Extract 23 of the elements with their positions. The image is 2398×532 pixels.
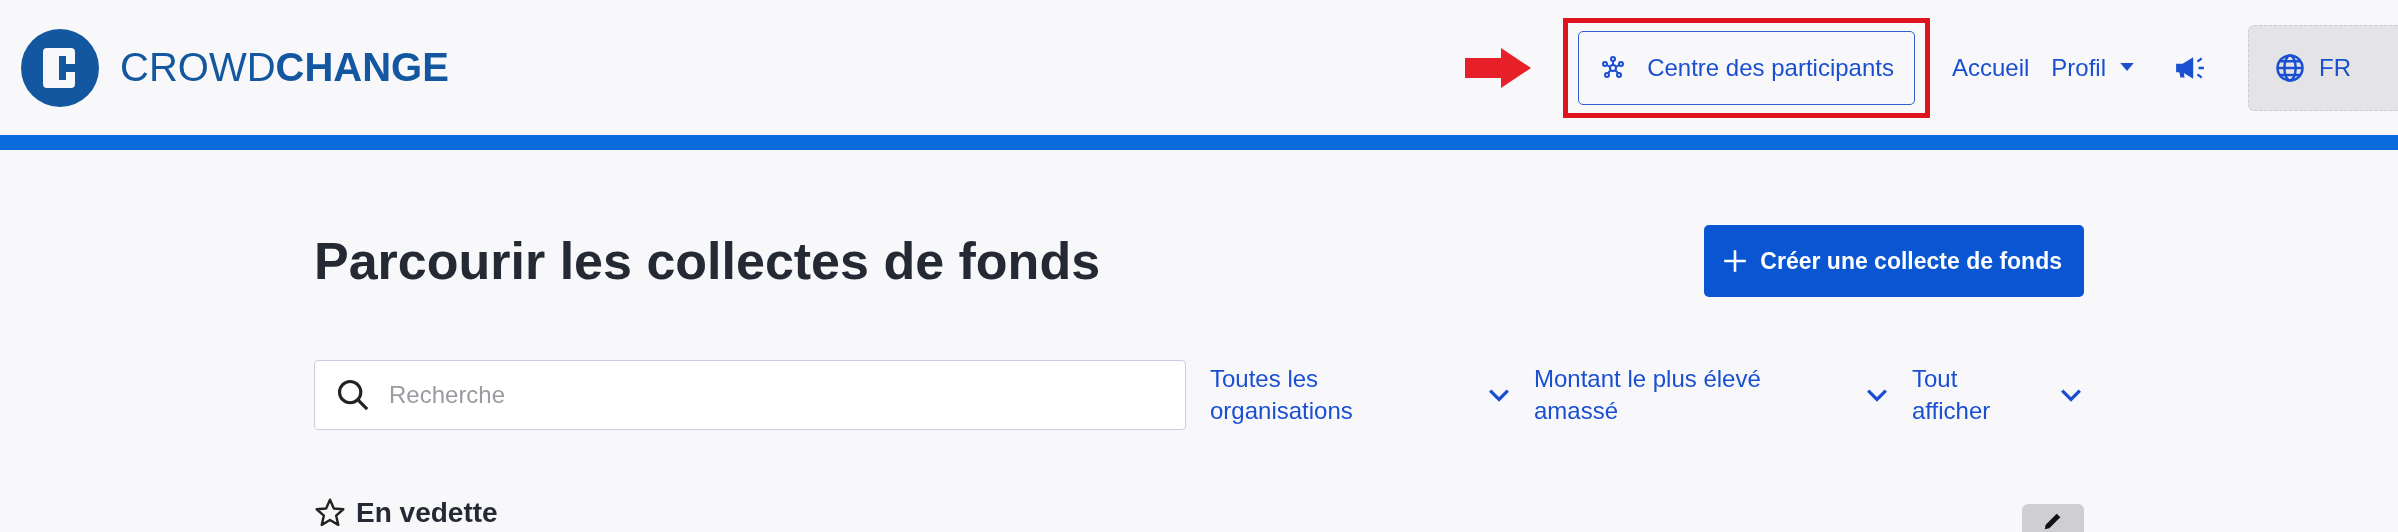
filter-dropdown[interactable]: Toutes les organisations — [1210, 362, 1510, 428]
section-heading: En vedette — [356, 497, 498, 529]
edit-button[interactable] — [2022, 504, 2084, 532]
filter-dropdown[interactable]: Tout afficher — [1912, 362, 2082, 428]
logo-text: CROWDCHANGE — [120, 45, 449, 90]
chevron-down-icon — [2060, 388, 2082, 402]
network-icon — [1601, 55, 1626, 80]
page-title: Parcourir les collectes de fonds — [314, 231, 1101, 291]
logo-icon — [20, 27, 100, 108]
create-fundraiser-button[interactable]: Créer une collecte de fonds — [1704, 225, 2084, 297]
search-icon — [336, 378, 370, 412]
filter-dropdown[interactable]: Montant le plus élevé amassé — [1534, 362, 1888, 428]
participant-center-button[interactable]: Centre des participants — [1578, 30, 1915, 105]
caret-icon — [2120, 63, 2134, 72]
profile-menu[interactable]: Profil — [2051, 53, 2134, 82]
star-icon — [314, 497, 346, 529]
nav-link[interactable]: Accueil — [1951, 53, 2030, 82]
search-field[interactable]: Recherche — [314, 360, 1186, 430]
chevron-down-icon — [1488, 388, 1510, 402]
plus-icon — [1722, 248, 1749, 274]
globe-icon — [2275, 52, 2305, 83]
language-button[interactable]: FR — [2248, 24, 2398, 111]
chevron-down-icon — [1866, 388, 1888, 402]
